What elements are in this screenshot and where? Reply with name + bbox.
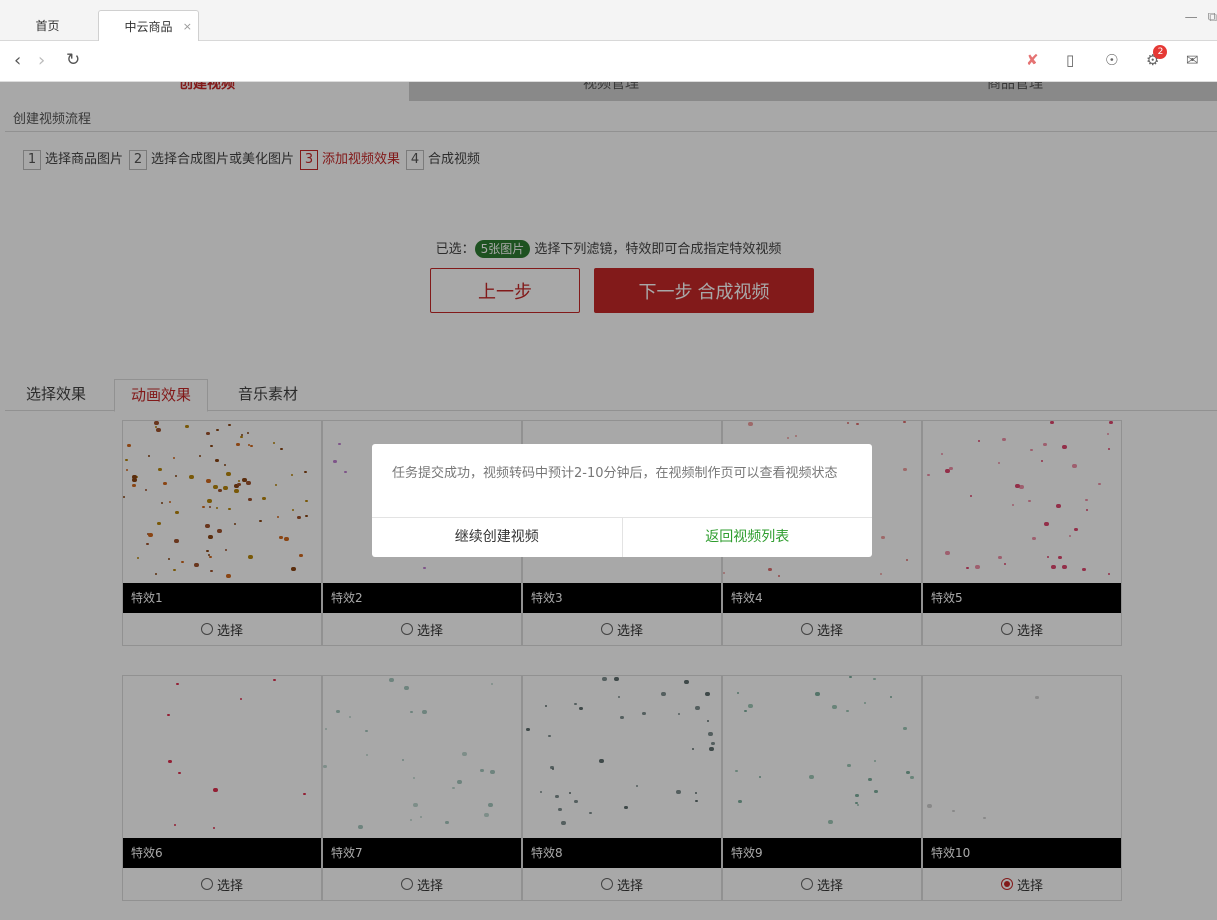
continue-create-button[interactable]: 继续创建视频	[372, 518, 623, 557]
back-to-list-button[interactable]: 返回视频列表	[623, 518, 873, 557]
dialog-actions: 继续创建视频 返回视频列表	[372, 518, 872, 557]
tab-home[interactable]: 首页	[0, 10, 95, 41]
back-arrow-icon[interactable]: ‹	[14, 50, 21, 71]
mobile-icon[interactable]: ▯	[1066, 51, 1074, 69]
dialog-message: 任务提交成功，视频转码中预计2-10分钟后，在视频制作页可以查看视频状态	[372, 444, 872, 518]
notification-badge: 2	[1153, 45, 1168, 59]
browser-tab-strip: 首页 中云商品 × — ⧉	[0, 0, 1217, 42]
tab-zhongyun-goods[interactable]: 中云商品 ×	[98, 10, 199, 42]
window-controls: — ⧉	[1179, 10, 1217, 25]
forward-arrow-icon[interactable]: ›	[38, 50, 45, 71]
tab-close-icon[interactable]: ×	[183, 20, 192, 33]
comment-icon[interactable]: ✉	[1186, 51, 1199, 69]
attachment-icon[interactable]: ✘	[1026, 51, 1039, 69]
task-submitted-dialog: 任务提交成功，视频转码中预计2-10分钟后，在视频制作页可以查看视频状态 继续创…	[372, 444, 872, 557]
reload-icon[interactable]: ↻	[66, 50, 80, 70]
tab-label: 中云商品	[124, 20, 173, 34]
compass-icon[interactable]: ☉	[1105, 51, 1118, 69]
restore-icon[interactable]: ⧉	[1208, 10, 1217, 25]
minimize-icon[interactable]: —	[1185, 10, 1198, 25]
browser-toolbar: ‹ › ↻ ✘ ▯ ☉ ⚙ 2 ✉	[0, 41, 1217, 82]
settings-icon[interactable]: ⚙ 2	[1146, 45, 1168, 69]
